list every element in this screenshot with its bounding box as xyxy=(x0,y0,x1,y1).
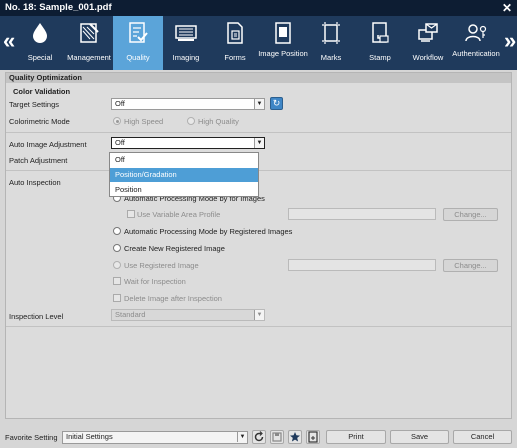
variable-area-profile-label: Use Variable Area Profile xyxy=(137,210,221,219)
high-speed-label: High Speed xyxy=(124,117,164,126)
save-favorite-icon[interactable] xyxy=(270,430,284,444)
tab-workflow[interactable]: Workflow xyxy=(403,16,453,70)
high-quality-label: High Quality xyxy=(198,117,239,126)
tab-label: Image Position xyxy=(258,49,308,58)
high-speed-radio[interactable] xyxy=(113,117,121,125)
close-icon[interactable]: ✕ xyxy=(502,0,512,16)
auto-image-adjustment-label: Auto Image Adjustment xyxy=(9,140,87,149)
window-title: No. 18: Sample_001.pdf xyxy=(5,2,112,13)
inspection-level-label: Inspection Level xyxy=(9,312,64,321)
reset-icon[interactable] xyxy=(252,430,266,444)
tab-label: Forms xyxy=(224,53,246,62)
target-settings-value: Off xyxy=(115,99,125,108)
tab-quality[interactable]: Quality xyxy=(113,16,163,70)
variable-area-profile-checkbox[interactable] xyxy=(127,210,135,218)
quality-panel: Quality Optimization Color Validation Ta… xyxy=(5,72,512,419)
use-registered-radio[interactable] xyxy=(113,261,121,269)
export-icon[interactable] xyxy=(306,430,320,444)
favorite-setting-value: Initial Settings xyxy=(66,432,113,441)
auto-image-adjustment-value: Off xyxy=(115,138,125,147)
dropdown-option-position[interactable]: Position xyxy=(110,183,258,197)
chevron-down-icon: ▼ xyxy=(254,99,264,109)
inspection-level-value: Standard xyxy=(115,310,146,319)
tab-label: Authentication xyxy=(452,49,500,58)
delete-image-checkbox[interactable] xyxy=(113,294,121,302)
divider xyxy=(6,326,511,327)
chevron-down-icon: ▼ xyxy=(254,138,264,148)
drop-icon xyxy=(33,23,47,43)
auto-image-adjustment-dropdown: Off Position/Gradation Position xyxy=(109,152,259,197)
auto-image-adjustment-select[interactable]: Off ▼ xyxy=(111,137,265,149)
dropdown-option-off[interactable]: Off xyxy=(110,153,258,167)
tab-label: Stamp xyxy=(369,53,391,62)
stamp-icon xyxy=(372,22,389,43)
tab-forms[interactable]: Forms xyxy=(210,16,260,70)
tab-management[interactable]: Management xyxy=(64,16,114,70)
save-button[interactable]: Save xyxy=(390,430,449,444)
window-titlebar: No. 18: Sample_001.pdf ✕ xyxy=(0,0,517,16)
print-button[interactable]: Print xyxy=(326,430,386,444)
wait-for-inspection-label: Wait for Inspection xyxy=(124,277,186,286)
use-registered-label: Use Registered Image xyxy=(124,261,199,270)
wait-for-inspection-checkbox[interactable] xyxy=(113,277,121,285)
patch-adjustment-label: Patch Adjustment xyxy=(9,156,68,165)
create-new-registered-radio[interactable] xyxy=(113,244,121,252)
chevron-down-icon: ▼ xyxy=(254,310,264,320)
tab-marks[interactable]: Marks xyxy=(306,16,356,70)
subsection-title: Color Validation xyxy=(13,87,71,96)
footer-bar: Favorite Setting Initial Settings ▼ Prin… xyxy=(0,427,517,448)
scroll-right-icon[interactable]: » xyxy=(504,30,516,52)
variable-area-profile-field[interactable] xyxy=(288,208,436,220)
favorite-setting-label: Favorite Setting xyxy=(5,433,58,442)
auto-processing-registered-label: Automatic Processing Mode by Registered … xyxy=(124,227,293,236)
refresh-icon[interactable]: ↻ xyxy=(270,97,283,110)
inspection-level-select[interactable]: Standard ▼ xyxy=(111,309,265,321)
favorite-setting-select[interactable]: Initial Settings ▼ xyxy=(62,431,248,444)
target-settings-select[interactable]: Off ▼ xyxy=(111,98,265,110)
tab-special[interactable]: Special xyxy=(15,16,65,70)
change-registered-button[interactable]: Change... xyxy=(443,259,498,272)
change-profile-button[interactable]: Change... xyxy=(443,208,498,221)
tab-label: Marks xyxy=(320,53,342,62)
auto-processing-registered-radio[interactable] xyxy=(113,227,121,235)
create-new-registered-label: Create New Registered Image xyxy=(124,244,225,253)
tab-image-position[interactable]: Image Position xyxy=(258,16,308,70)
image-position-icon xyxy=(275,22,291,44)
workflow-icon xyxy=(418,23,438,42)
tab-stamp[interactable]: Stamp xyxy=(355,16,405,70)
auto-inspection-label: Auto Inspection xyxy=(9,178,61,187)
marks-icon xyxy=(322,22,340,44)
tab-label: Quality xyxy=(126,53,150,62)
chevron-down-icon: ▼ xyxy=(237,432,247,442)
authentication-icon xyxy=(465,24,487,42)
forms-icon xyxy=(227,22,243,44)
tab-authentication[interactable]: Authentication xyxy=(451,16,501,70)
favorite-star-icon[interactable] xyxy=(288,430,302,444)
colorimetric-mode-label: Colorimetric Mode xyxy=(9,117,70,126)
tab-label: Special xyxy=(27,53,53,62)
management-icon xyxy=(80,23,99,43)
registered-image-field[interactable] xyxy=(288,259,436,271)
divider xyxy=(6,132,511,133)
imaging-icon xyxy=(175,25,197,41)
tab-label: Management xyxy=(67,53,111,62)
cancel-button[interactable]: Cancel xyxy=(453,430,512,444)
quality-checklist-icon xyxy=(129,22,148,43)
scroll-left-icon[interactable]: « xyxy=(3,30,15,52)
dropdown-option-position-gradation[interactable]: Position/Gradation xyxy=(110,168,258,182)
delete-image-label: Delete Image after Inspection xyxy=(124,294,222,303)
target-settings-label: Target Settings xyxy=(9,100,60,109)
high-quality-radio[interactable] xyxy=(187,117,195,125)
toolbar: « Special Management Quality Imaging For… xyxy=(0,16,517,70)
section-title: Quality Optimization xyxy=(6,73,511,83)
tab-label: Workflow xyxy=(412,53,444,62)
tab-imaging[interactable]: Imaging xyxy=(161,16,211,70)
tab-label: Imaging xyxy=(172,53,200,62)
